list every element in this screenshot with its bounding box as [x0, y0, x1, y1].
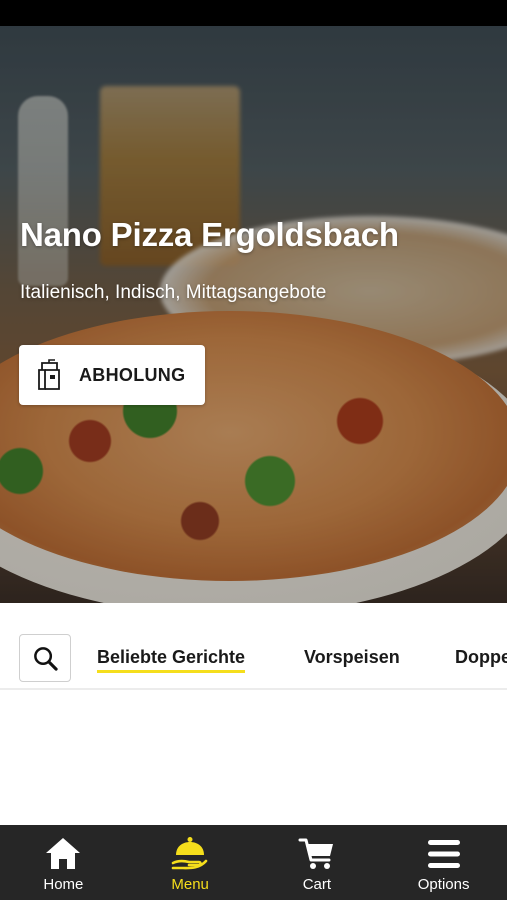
nav-home-label: Home [43, 876, 84, 893]
home-icon [46, 838, 81, 869]
category-tabs: Beliebte Gerichte Vorspeisen Doppe [0, 603, 507, 688]
nav-menu[interactable]: Menu [127, 825, 254, 900]
nav-home[interactable]: Home [0, 825, 127, 900]
restaurant-cuisines: Italienisch, Indisch, Mittagsangebote [20, 282, 327, 303]
search-icon [33, 646, 58, 671]
nav-cart-label: Cart [302, 876, 332, 893]
tab-vorspeisen[interactable]: Vorspeisen [304, 647, 400, 668]
nav-options-label: Options [417, 876, 470, 893]
tab-beliebte-gerichte[interactable]: Beliebte Gerichte [97, 647, 246, 673]
search-button[interactable] [19, 634, 71, 682]
serving-cloche-icon [171, 837, 208, 870]
pickup-mode-label: ABHOLUNG [79, 364, 186, 385]
hero-image: Nano Pizza Ergoldsbach Italienisch, Indi… [0, 26, 507, 603]
hero-shade [0, 26, 507, 603]
category-bar: Beliebte Gerichte Vorspeisen Doppe [0, 603, 507, 690]
takeaway-bag-icon [35, 359, 65, 391]
bottom-nav: Home Menu Cart Options [0, 825, 507, 900]
cart-icon [298, 838, 333, 869]
nav-cart[interactable]: Cart [254, 825, 381, 900]
nav-options[interactable]: Options [380, 825, 507, 900]
pickup-mode-button[interactable]: ABHOLUNG [19, 345, 205, 405]
menu-content-area [0, 690, 507, 825]
nav-menu-label: Menu [171, 876, 209, 893]
menu-bars-icon [427, 840, 460, 868]
status-bar [0, 0, 507, 26]
restaurant-name: Nano Pizza Ergoldsbach [20, 216, 399, 253]
tab-doppe[interactable]: Doppe [455, 647, 507, 668]
